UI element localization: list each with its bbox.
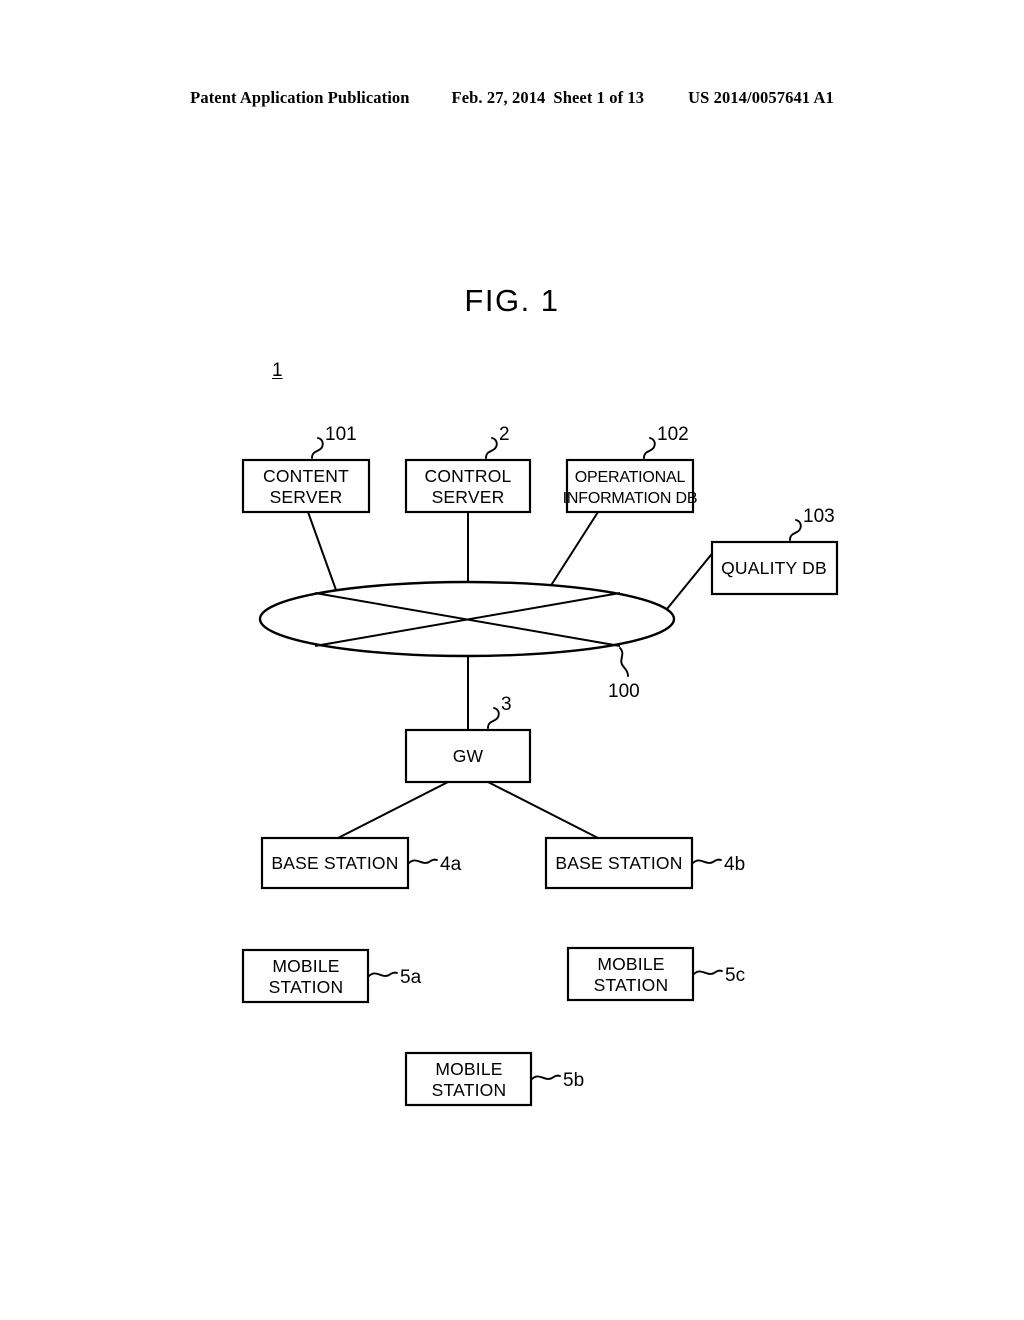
leader-line-base-station-a — [408, 858, 438, 864]
node-content-server[interactable]: CONTENT SERVER 101 — [241, 424, 371, 514]
mobile-station-c-label-line2: STATION — [594, 975, 669, 995]
leader-line-control-server — [485, 437, 498, 459]
leader-line-gateway — [487, 707, 500, 729]
control-server-label-line1: CONTROL — [425, 466, 512, 486]
ref-numeral-network: 100 — [608, 681, 640, 702]
content-server-label-line2: SERVER — [270, 487, 343, 507]
edge-operational-db-to-network — [549, 511, 599, 588]
figure-title: FIG. 1 — [464, 283, 560, 318]
ref-numeral-operational-db: 102 — [657, 424, 689, 445]
leader-line-content-server — [311, 437, 324, 459]
ref-numeral-mobile-station-a: 5a — [400, 967, 422, 988]
network-architecture-diagram: 100 CONTENT SERVER 101 CONTROL SERVER 2 … — [241, 424, 839, 1107]
ref-numeral-gateway: 3 — [501, 694, 512, 715]
base-station-a-label: BASE STATION — [271, 853, 398, 873]
ref-numeral-base-station-b: 4b — [724, 854, 745, 875]
node-control-server[interactable]: CONTROL SERVER 2 — [404, 424, 532, 514]
node-mobile-station-a[interactable]: MOBILE STATION 5a — [241, 948, 422, 1004]
system-reference-numeral: 1 — [272, 360, 283, 381]
content-server-label-line1: CONTENT — [263, 466, 349, 486]
page-header: Patent Application Publication Feb. 27, … — [0, 88, 1024, 108]
mobile-station-b-label-line1: MOBILE — [435, 1059, 502, 1079]
node-mobile-station-c[interactable]: MOBILE STATION 5c — [566, 946, 745, 1002]
ref-numeral-control-server: 2 — [499, 424, 510, 445]
edge-gateway-to-base-station-b — [487, 781, 599, 839]
ref-numeral-mobile-station-b: 5b — [563, 1070, 584, 1091]
operational-db-label-line1: OPERATIONAL — [575, 469, 686, 486]
operational-db-label-line2: INFORMATION DB — [563, 490, 698, 507]
node-base-station-b[interactable]: BASE STATION 4b — [544, 836, 745, 890]
ref-numeral-content-server: 101 — [325, 424, 357, 445]
ref-numeral-mobile-station-c: 5c — [725, 965, 745, 986]
leader-line-quality-db — [789, 519, 802, 541]
header-sheet-label: Sheet 1 of 13 — [553, 88, 645, 107]
edge-gateway-to-base-station-a — [337, 781, 449, 839]
header-date-label: Feb. 27, 2014 — [451, 88, 546, 107]
ref-numeral-base-station-a: 4a — [440, 854, 462, 875]
leader-line-base-station-b — [692, 858, 722, 864]
mobile-station-a-label-line1: MOBILE — [272, 956, 339, 976]
ref-numeral-quality-db: 103 — [803, 506, 835, 527]
mobile-station-b-label-line2: STATION — [432, 1080, 507, 1100]
node-mobile-station-b[interactable]: MOBILE STATION 5b — [404, 1051, 584, 1107]
leader-line-network — [619, 647, 629, 677]
leader-line-mobile-station-b — [531, 1074, 561, 1080]
control-server-label-line2: SERVER — [432, 487, 505, 507]
mobile-station-c-label-line1: MOBILE — [597, 954, 664, 974]
edge-content-server-to-network — [307, 511, 337, 591]
node-quality-db[interactable]: QUALITY DB 103 — [710, 506, 839, 596]
gateway-label: GW — [453, 746, 484, 766]
leader-line-mobile-station-c — [693, 969, 723, 975]
node-base-station-a[interactable]: BASE STATION 4a — [260, 836, 462, 890]
base-station-b-label: BASE STATION — [555, 853, 682, 873]
leader-line-mobile-station-a — [368, 971, 398, 977]
header-publication-label: Patent Application Publication — [190, 88, 410, 107]
leader-line-operational-db — [643, 437, 656, 459]
mobile-station-a-label-line2: STATION — [269, 977, 344, 997]
quality-db-label: QUALITY DB — [721, 558, 827, 578]
node-operational-information-db[interactable]: OPERATIONAL INFORMATION DB 102 — [563, 424, 698, 514]
connector-lines — [307, 511, 716, 839]
header-patent-number: US 2014/0057641 A1 — [688, 88, 834, 107]
